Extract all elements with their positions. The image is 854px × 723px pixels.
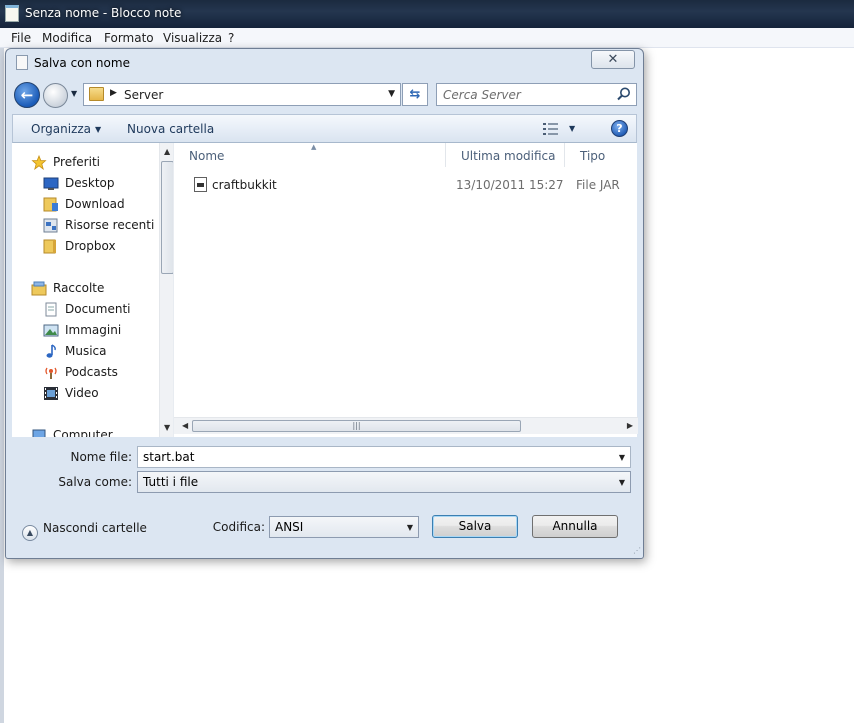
scroll-up-icon[interactable]: ▲	[164, 147, 170, 156]
recent-pages-dropdown-icon[interactable]: ▼	[71, 89, 77, 98]
refresh-icon[interactable]: ⇆	[402, 83, 428, 106]
organize-label: Organizza	[31, 122, 92, 136]
computer-icon	[32, 429, 46, 437]
file-list: ▲ Nome Ultima modifica Tipo craftbukkit …	[173, 143, 638, 437]
filename-value[interactable]: start.bat	[143, 450, 194, 464]
savetype-label: Salva come:	[58, 475, 132, 489]
cancel-button[interactable]: Annulla	[532, 515, 618, 538]
nav-label: Risorse recenti	[65, 218, 155, 232]
folder-icon	[89, 87, 104, 101]
save-button[interactable]: Salva	[432, 515, 518, 538]
scroll-down-icon[interactable]: ▼	[164, 423, 170, 432]
nav-label: Preferiti	[53, 155, 100, 169]
chevron-down-icon[interactable]: ▼	[619, 478, 625, 487]
column-label: Ultima modifica	[461, 149, 556, 163]
file-name: craftbukkit	[212, 178, 277, 192]
nav-label: Musica	[65, 344, 107, 358]
scroll-left-icon[interactable]: ◀	[182, 421, 188, 430]
nav-label: Desktop	[65, 176, 115, 190]
notepad-titlebar: Senza nome - Blocco note	[0, 0, 854, 28]
nav-label: Podcasts	[65, 365, 118, 379]
hide-folders-label: Nascondi cartelle	[43, 521, 147, 535]
filename-label: Nome file:	[70, 450, 132, 464]
notepad-title: Senza nome - Blocco note	[25, 6, 182, 20]
search-box[interactable]	[436, 83, 637, 106]
scroll-thumb[interactable]: |||	[192, 420, 521, 432]
menu-help[interactable]: ?	[228, 31, 234, 45]
libraries-icon	[31, 281, 47, 296]
search-icon[interactable]	[616, 86, 632, 102]
hide-folders-toggle[interactable]: ▲ Nascondi cartelle	[22, 521, 147, 541]
nav-label: Computer	[53, 428, 113, 437]
menu-file[interactable]: File	[11, 31, 31, 45]
resize-grip-icon[interactable]: ⋰	[633, 546, 641, 555]
encoding-select[interactable]: ANSI ▼	[269, 516, 419, 538]
nav-label: Dropbox	[65, 239, 116, 253]
column-header-type[interactable]: Tipo	[565, 143, 638, 167]
filename-field[interactable]: start.bat ▼	[137, 446, 631, 468]
chevron-down-icon[interactable]: ▼	[619, 453, 625, 462]
encoding-label: Codifica:	[212, 520, 265, 534]
address-dropdown-icon[interactable]: ▼	[388, 89, 395, 99]
documents-icon	[45, 302, 57, 317]
savetype-select[interactable]: Tutti i file ▼	[137, 471, 631, 493]
horizontal-scrollbar[interactable]: ◀ ||| ▶	[174, 417, 638, 434]
search-input[interactable]	[443, 87, 613, 102]
podcast-icon	[45, 367, 57, 379]
menu-visualizza[interactable]: Visualizza	[163, 31, 222, 45]
download-folder-icon	[43, 197, 58, 212]
command-toolbar: Organizza ▼ Nuova cartella ▼ ?	[12, 114, 637, 143]
breadcrumb-separator-icon[interactable]: ▶	[110, 88, 117, 98]
close-button[interactable]: ✕	[591, 50, 635, 69]
nav-label: Video	[65, 386, 99, 400]
column-header-name[interactable]: Nome	[174, 143, 446, 167]
music-note-icon	[46, 344, 56, 358]
file-modified: 13/10/2011 15:27	[456, 178, 564, 192]
nav-label: Immagini	[65, 323, 122, 337]
folder-icon	[43, 239, 56, 254]
chevron-down-icon[interactable]: ▼	[407, 523, 413, 532]
nav-label: Raccolte	[53, 281, 105, 295]
nav-label: Documenti	[65, 302, 131, 316]
notepad-icon	[5, 5, 19, 22]
column-header-modified[interactable]: Ultima modifica	[446, 143, 565, 167]
address-bar[interactable]: ▶ Server ▼	[83, 83, 401, 106]
document-icon	[16, 55, 28, 70]
pictures-icon	[43, 324, 59, 337]
navigation-pane: Preferiti Desktop Download Risorse recen…	[12, 143, 173, 437]
savetype-value: Tutti i file	[143, 475, 199, 489]
dialog-title: Salva con nome	[34, 56, 130, 70]
chevron-down-icon: ▼	[95, 125, 102, 134]
video-film-icon	[44, 387, 58, 400]
save-as-dialog: Salva con nome ✕ ← ▼ ▶ Server ▼ ⇆ Organi…	[5, 48, 644, 559]
menu-modifica[interactable]: Modifica	[42, 31, 92, 45]
jar-file-icon	[194, 177, 207, 192]
chevron-up-icon: ▲	[22, 525, 38, 541]
desktop-icon	[43, 177, 59, 190]
scroll-right-icon[interactable]: ▶	[627, 421, 633, 430]
scroll-thumb[interactable]	[161, 161, 173, 274]
address-path[interactable]: Server	[124, 88, 163, 102]
recent-places-icon	[43, 218, 58, 233]
dialog-titlebar: Salva con nome	[16, 55, 130, 73]
forward-arrow-icon[interactable]	[43, 83, 68, 108]
encoding-value: ANSI	[275, 520, 304, 534]
new-folder-button[interactable]: Nuova cartella	[127, 122, 214, 136]
help-icon[interactable]: ?	[611, 120, 628, 137]
nav-scrollbar[interactable]: ▲ ▼	[159, 143, 173, 437]
change-view-icon[interactable]	[543, 122, 559, 136]
nav-label: Download	[65, 197, 125, 211]
notepad-menubar: File Modifica Formato Visualizza ?	[0, 28, 854, 48]
star-icon	[31, 155, 47, 170]
view-options-dropdown-icon[interactable]: ▼	[569, 124, 575, 133]
file-row[interactable]: craftbukkit 13/10/2011 15:27 File JAR	[174, 175, 638, 195]
back-arrow-icon[interactable]: ←	[14, 82, 40, 108]
organize-button[interactable]: Organizza ▼	[31, 122, 101, 136]
column-label: Nome	[189, 149, 225, 163]
file-type: File JAR	[576, 178, 620, 192]
menu-formato[interactable]: Formato	[104, 31, 154, 45]
column-label: Tipo	[580, 149, 606, 163]
